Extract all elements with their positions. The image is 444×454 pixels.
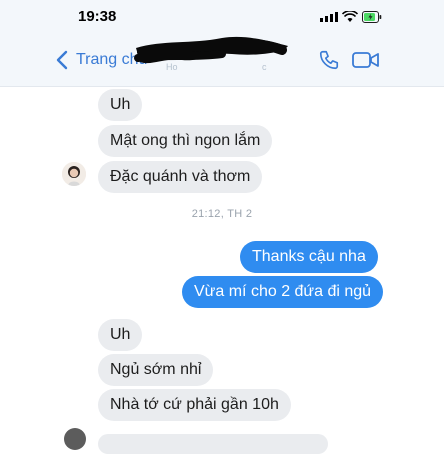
received-message-bubble[interactable]: Ngủ sớm nhỉ [98,354,214,386]
contact-avatar[interactable] [62,162,86,186]
phone-icon[interactable] [318,49,340,71]
message-timestamp: 21:12, TH 2 [191,208,253,220]
received-message-bubble[interactable]: Nhà tớ cứ phải gần 10h [98,389,291,421]
received-message-bubble[interactable]: Uh [98,319,143,351]
received-message-bubble[interactable]: Uh [98,89,143,121]
chevron-left-icon[interactable] [56,50,68,70]
wifi-icon [342,11,358,22]
contact-name-redaction [134,36,288,64]
contact-avatar-image [62,162,86,186]
sent-message-bubble[interactable]: Vừa mí cho 2 đứa đi ngủ [182,276,384,308]
status-bar: 19:38 [0,0,444,36]
cellular-signal-icon [320,12,338,22]
status-time: 19:38 [78,8,117,25]
received-message-bubble[interactable]: Đặc quánh và thơm [98,161,263,193]
sent-message-bubble[interactable]: Thanks cậu nha [240,241,378,273]
received-message-bubble[interactable]: Mật ong thì ngon lắm [98,125,273,157]
video-camera-icon[interactable] [352,51,380,69]
contact-avatar-partial[interactable] [64,428,86,450]
received-message-bubble-partial[interactable] [98,434,328,454]
battery-charging-icon [362,11,382,23]
chat-header: Trang chủ Ho c [0,36,444,87]
